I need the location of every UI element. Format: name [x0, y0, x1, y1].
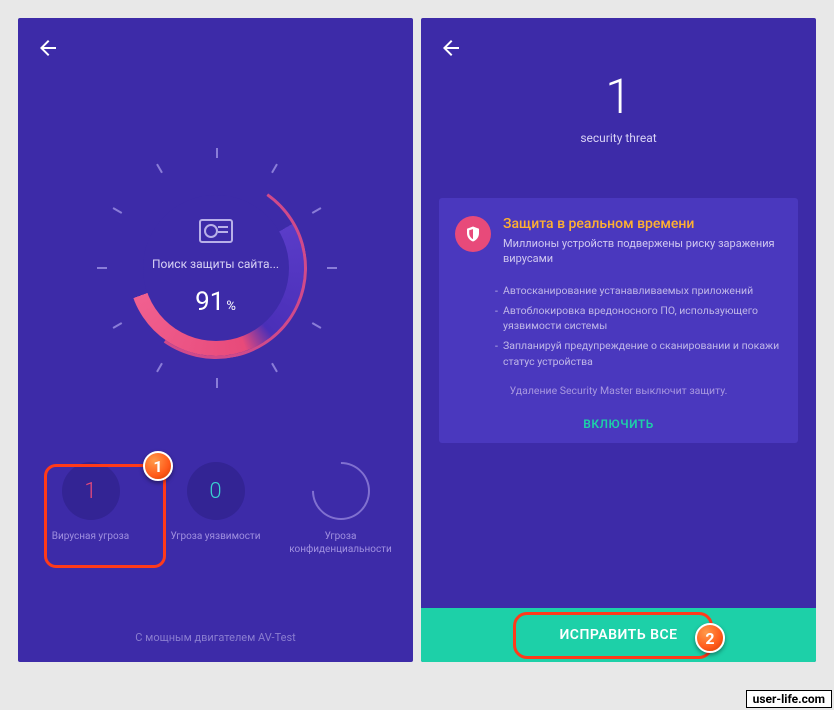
- threat-count-value: 1: [421, 68, 816, 125]
- threat-priv-label: Угроза конфиденциальности: [279, 530, 403, 556]
- card-warning: Удаление Security Master выключит защиту…: [455, 384, 782, 397]
- threat-virus-count: 1: [62, 462, 120, 520]
- threat-vuln-label: Угроза уязвимости: [170, 530, 260, 543]
- card-subtitle: Миллионы устройств подвержены риску зара…: [503, 236, 782, 267]
- threat-count-label: security threat: [421, 131, 816, 145]
- scan-gauge: Поиск защиты сайта... 91%: [96, 148, 336, 388]
- card-feature-list: Автосканирование устанавливаемых приложе…: [455, 283, 782, 370]
- back-button[interactable]: [439, 36, 463, 60]
- list-item: Автоблокировка вредоносного ПО, использу…: [503, 303, 782, 335]
- spinner-icon: [299, 450, 381, 532]
- scan-status-text: Поиск защиты сайта...: [152, 257, 279, 271]
- engine-footer: С мощным двигателем AV-Test: [18, 631, 413, 644]
- arrow-left-icon: [36, 36, 60, 60]
- list-item: Автосканирование устанавливаемых приложе…: [503, 283, 782, 299]
- threat-vulnerability[interactable]: 0 Угроза уязвимости: [154, 462, 278, 556]
- threat-privacy[interactable]: Угроза конфиденциальности: [279, 462, 403, 556]
- id-card-icon: [199, 219, 233, 243]
- threat-header: 1 security threat: [421, 68, 816, 145]
- list-item: Запланируй предупреждение о сканировании…: [503, 338, 782, 370]
- shield-icon: [455, 216, 491, 252]
- threat-virus-label: Вирусная угроза: [52, 530, 129, 543]
- screen-scan: Поиск защиты сайта... 91% 1 Вирусная угр…: [18, 18, 413, 662]
- scan-circle: Поиск защиты сайта... 91%: [128, 180, 304, 356]
- screen-result: 1 security threat Защита в реальном врем…: [421, 18, 816, 662]
- threat-summary-row: 1 Вирусная угроза 0 Угроза уязвимости Уг…: [18, 462, 413, 556]
- scan-progress: 91%: [195, 287, 236, 317]
- threat-virus[interactable]: 1 Вирусная угроза: [29, 462, 153, 556]
- watermark: user-life.com: [746, 690, 832, 708]
- arrow-left-icon: [439, 36, 463, 60]
- enable-button[interactable]: ВКЛЮЧИТЬ: [455, 417, 782, 431]
- card-title: Защита в реальном времени: [503, 216, 782, 232]
- threat-vuln-count: 0: [187, 462, 245, 520]
- realtime-protection-card: Защита в реальном времени Миллионы устро…: [439, 198, 798, 443]
- back-button[interactable]: [36, 36, 60, 60]
- fix-all-button[interactable]: ИСПРАВИТЬ ВСЕ: [421, 608, 816, 662]
